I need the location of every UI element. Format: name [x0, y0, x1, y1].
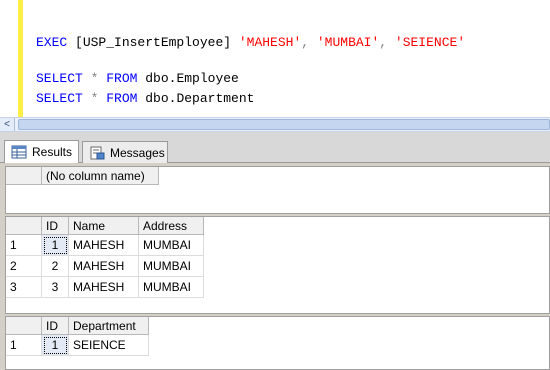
row-number[interactable]: 1 [6, 335, 42, 356]
column-header[interactable]: ID [42, 317, 69, 335]
code-token: , [301, 35, 317, 50]
code-token: EXEC [36, 35, 76, 50]
row-header-corner [6, 167, 42, 185]
results-pane: (No column name) ID Name Address 1 1 MAH… [0, 163, 550, 370]
results-tab-strip: Results Messages [0, 132, 550, 163]
code-token: dbo.Department [145, 91, 255, 106]
column-header[interactable]: Department [69, 317, 149, 335]
result-grid-employee[interactable]: ID Name Address 1 1 MAHESH MUMBAI 2 2 MA… [5, 216, 550, 314]
code-token: SELECT [36, 91, 91, 106]
table-cell[interactable]: MUMBAI [139, 235, 204, 256]
query-editor[interactable]: EXEC [USP_InsertEmployee] 'MAHESH', 'MUM… [0, 0, 550, 117]
code-token: [USP_InsertEmployee] [75, 35, 239, 50]
editor-horizontal-scrollbar[interactable]: < [0, 117, 550, 132]
code-line-exec[interactable]: EXEC [USP_InsertEmployee] 'MAHESH', 'MUM… [36, 35, 465, 51]
column-header[interactable]: (No column name) [42, 167, 159, 185]
code-token: , [379, 35, 395, 50]
table-cell[interactable]: SEIENCE [69, 335, 149, 356]
column-header[interactable]: ID [42, 217, 69, 235]
result-grid-1[interactable]: (No column name) [5, 166, 550, 214]
table-cell[interactable]: MAHESH [69, 277, 139, 298]
tab-results-label: Results [32, 145, 73, 159]
code-line-select-department[interactable]: SELECT * FROM dbo.Department [36, 91, 254, 107]
changed-lines-marker [18, 0, 23, 117]
row-number[interactable]: 2 [6, 256, 42, 277]
code-line-select-employee[interactable]: SELECT * FROM dbo.Employee [36, 71, 239, 87]
code-token: FROM [106, 91, 146, 106]
code-token: 'SEIENCE' [394, 35, 466, 50]
results-grid-icon [11, 145, 27, 159]
scroll-left-arrow-icon[interactable]: < [0, 118, 15, 131]
code-token: * [90, 71, 107, 86]
code-token: FROM [106, 71, 146, 86]
code-token: 'MAHESH' [238, 35, 302, 50]
row-number[interactable]: 1 [6, 235, 42, 256]
table-cell[interactable]: 2 [42, 256, 69, 277]
column-header[interactable]: Address [139, 217, 204, 235]
table-cell[interactable]: MUMBAI [139, 277, 204, 298]
column-header[interactable]: Name [69, 217, 139, 235]
code-token: SELECT [36, 71, 91, 86]
tab-messages[interactable]: Messages [82, 141, 168, 163]
code-token: 'MUMBAI' [316, 35, 380, 50]
row-header-corner [6, 317, 42, 335]
messages-icon [89, 146, 105, 160]
tab-messages-label: Messages [110, 145, 165, 160]
row-number[interactable]: 3 [6, 277, 42, 298]
scrollbar-thumb[interactable] [18, 119, 550, 130]
table-cell[interactable]: 1 [42, 235, 69, 256]
tab-results[interactable]: Results [4, 140, 79, 163]
code-token: * [90, 91, 107, 106]
table-cell[interactable]: MAHESH [69, 256, 139, 277]
table-cell[interactable]: 1 [42, 335, 69, 356]
table-cell[interactable]: 3 [42, 277, 69, 298]
table-cell[interactable]: MAHESH [69, 235, 139, 256]
table-cell[interactable]: MUMBAI [139, 256, 204, 277]
code-token: dbo.Employee [145, 71, 239, 86]
row-header-corner [6, 217, 42, 235]
result-grid-department[interactable]: ID Department 1 1 SEIENCE [5, 316, 550, 370]
